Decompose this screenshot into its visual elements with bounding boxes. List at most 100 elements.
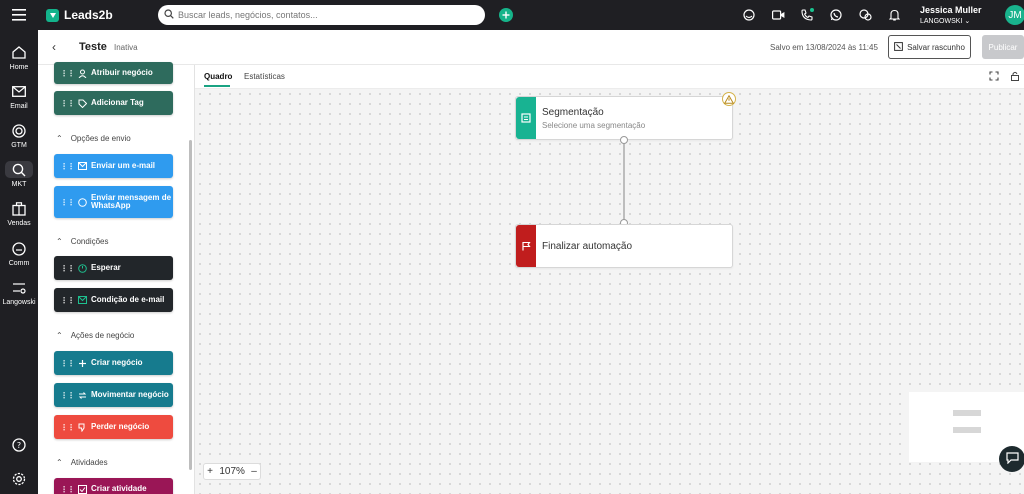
avatar[interactable]: JM — [1005, 5, 1024, 25]
block-assign-deal[interactable]: ⋮⋮ Atribuir negócio — [54, 62, 173, 84]
plus-icon — [78, 359, 87, 368]
search-icon — [164, 8, 174, 22]
node-subtitle: Selecione uma segmentação — [542, 120, 646, 130]
global-search[interactable] — [158, 5, 485, 25]
page-title[interactable]: Teste — [79, 41, 107, 53]
nav-label: Langowski — [2, 299, 36, 306]
warning-icon[interactable] — [722, 92, 736, 106]
block-create-activity[interactable]: ⋮⋮ Criar atividade — [54, 478, 173, 494]
node-output-port[interactable] — [620, 136, 628, 144]
lock-icon[interactable] — [1010, 71, 1020, 84]
block-send-whatsapp[interactable]: ⋮⋮ Enviar mensagem de WhatsApp — [54, 186, 173, 218]
nav-label: GTM — [11, 142, 27, 149]
section-send-options[interactable]: ⌃ Opções de envio — [56, 134, 131, 143]
section-conditions[interactable]: ⌃ Condições — [56, 237, 109, 246]
nav-label: Email — [10, 103, 28, 110]
drag-handle-icon[interactable]: ⋮⋮ — [60, 485, 75, 494]
drag-handle-icon[interactable]: ⋮⋮ — [60, 198, 75, 207]
drag-handle-icon[interactable]: ⋮⋮ — [60, 391, 75, 400]
block-label: Condição de e-mail — [91, 294, 165, 304]
settings-button[interactable] — [0, 470, 38, 487]
chevron-up-icon: ⌃ — [56, 458, 63, 467]
menu-icon[interactable] — [0, 9, 38, 21]
user-menu[interactable]: Jessica Muller LANGOWSKI ⌄ — [920, 5, 982, 25]
help-icon: ? — [5, 436, 33, 453]
publish-button[interactable]: Publicar — [982, 35, 1024, 59]
block-label: Movimentar negócio — [91, 389, 169, 399]
mail-icon — [78, 296, 87, 305]
block-create-deal[interactable]: ⋮⋮ Criar negócio — [54, 351, 173, 375]
nav-item-vendas[interactable]: Vendas — [0, 200, 38, 227]
support-chat-button[interactable] — [999, 446, 1024, 472]
fullscreen-icon[interactable] — [989, 71, 999, 84]
bell-icon[interactable] — [887, 7, 901, 23]
svg-text:?: ? — [17, 441, 21, 450]
section-deal-actions[interactable]: ⌃ Ações de negócio — [56, 331, 134, 340]
settings-sliders-icon — [5, 279, 33, 296]
whatsapp-icon[interactable] — [829, 7, 843, 23]
drag-handle-icon[interactable]: ⋮⋮ — [60, 359, 75, 368]
block-send-email[interactable]: ⋮⋮ Enviar um e-mail — [54, 154, 173, 178]
node-end-automation[interactable]: Finalizar automação — [515, 224, 733, 268]
block-label: Adicionar Tag — [91, 97, 144, 107]
drag-handle-icon[interactable]: ⋮⋮ — [60, 423, 75, 432]
video-icon[interactable] — [771, 7, 785, 23]
nav-item-mkt[interactable]: MKT — [0, 161, 38, 188]
tab-quadro[interactable]: Quadro — [204, 72, 232, 81]
phone-icon[interactable] — [800, 7, 814, 23]
drag-handle-icon[interactable]: ⋮⋮ — [60, 162, 75, 171]
briefcase-icon — [5, 200, 33, 217]
whatsapp-icon — [78, 197, 87, 207]
canvas-tools — [989, 71, 1020, 84]
nav-item-gtm[interactable]: GTM — [0, 122, 38, 149]
brand-logo[interactable]: Leads2b — [46, 8, 113, 22]
timer-icon — [78, 263, 87, 273]
topbar-actions — [742, 7, 901, 23]
section-activities[interactable]: ⌃ Atividades — [56, 458, 108, 467]
block-label: Criar atividade — [91, 483, 147, 493]
tab-estatisticas[interactable]: Estatísticas — [244, 72, 285, 81]
nav-label: Home — [9, 64, 29, 71]
block-label: Enviar mensagem de WhatsApp — [91, 192, 172, 210]
save-icon — [894, 41, 903, 53]
automation-canvas[interactable] — [195, 89, 1024, 494]
drag-handle-icon[interactable]: ⋮⋮ — [60, 264, 75, 273]
nav-item-email[interactable]: Email — [0, 83, 38, 110]
save-draft-button[interactable]: Salvar rascunho — [888, 35, 971, 59]
save-draft-label: Salvar rascunho — [907, 42, 965, 52]
block-wait[interactable]: ⋮⋮ Esperar — [54, 256, 173, 280]
section-title: Ações de negócio — [70, 331, 135, 340]
gear-icon — [5, 470, 33, 487]
zoom-in-button[interactable]: + — [207, 466, 213, 477]
tag-icon — [78, 99, 87, 108]
nav-item-comm[interactable]: Comm — [0, 240, 38, 267]
thumbs-down-icon — [78, 423, 87, 432]
nav-item-langowski[interactable]: Langowski — [0, 279, 38, 306]
section-title: Atividades — [70, 458, 108, 467]
nav-label: Comm — [8, 260, 30, 267]
quick-add-button[interactable] — [499, 8, 513, 22]
node-segmentation[interactable]: Segmentação Selecione uma segmentação — [515, 96, 733, 140]
block-add-tag[interactable]: ⋮⋮ Adicionar Tag — [54, 91, 173, 115]
integrations-icon[interactable] — [858, 7, 872, 23]
help-button[interactable]: ? — [0, 436, 38, 453]
search-input[interactable] — [178, 10, 468, 20]
drag-handle-icon[interactable]: ⋮⋮ — [60, 296, 75, 305]
block-move-deal[interactable]: ⋮⋮ Movimentar negócio — [54, 383, 173, 407]
headset-icon[interactable] — [742, 7, 756, 23]
zoom-level: 107% — [219, 466, 245, 477]
block-lose-deal[interactable]: ⋮⋮ Perder negócio — [54, 415, 173, 439]
block-email-condition[interactable]: ⋮⋮ Condição de e-mail — [54, 288, 173, 312]
minimap-node — [953, 427, 981, 433]
panel-scrollbar[interactable] — [189, 140, 192, 470]
drag-handle-icon[interactable]: ⋮⋮ — [60, 99, 75, 108]
drag-handle-icon[interactable]: ⋮⋮ — [60, 69, 75, 78]
main-nav-rail: Home Email GTM MKT Vendas Comm Langowski… — [0, 30, 38, 494]
back-arrow-icon[interactable]: ‹ — [52, 40, 56, 54]
nav-item-home[interactable]: Home — [0, 44, 38, 71]
zoom-out-button[interactable]: – — [251, 466, 257, 477]
chat-bubble-icon — [1005, 451, 1019, 467]
node-title: Finalizar automação — [542, 240, 633, 252]
user-name: Jessica Muller — [920, 5, 982, 15]
section-title: Opções de envio — [70, 134, 131, 143]
